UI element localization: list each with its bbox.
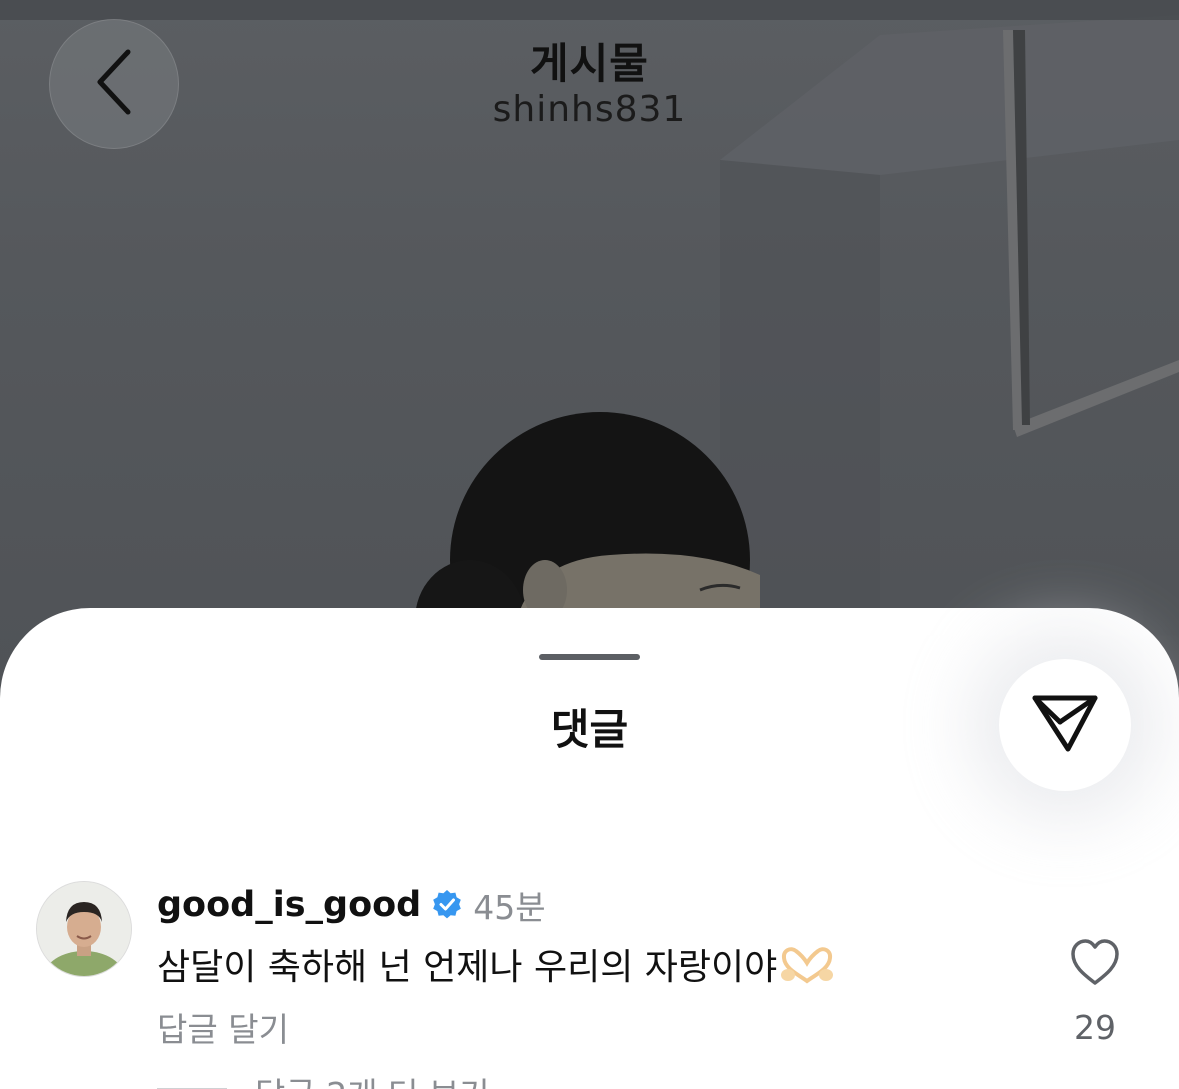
comment-timestamp: 45분 bbox=[473, 888, 546, 927]
like-count: 29 bbox=[1074, 1008, 1116, 1047]
commenter-avatar[interactable] bbox=[37, 882, 131, 976]
verified-badge-icon bbox=[431, 889, 463, 921]
post-author-username[interactable]: shinhs831 bbox=[0, 89, 1179, 130]
send-icon bbox=[1030, 692, 1100, 758]
page-title: 게시물 bbox=[530, 39, 649, 88]
like-button[interactable] bbox=[1068, 936, 1122, 990]
reply-button[interactable]: 답글 달기 bbox=[157, 1003, 289, 1051]
heart-outline-icon bbox=[1068, 939, 1122, 994]
screen: 게시물 shinhs831 댓글 good_is_good 45분 삼달이 축하… bbox=[0, 0, 1179, 1089]
share-button[interactable] bbox=[999, 659, 1131, 791]
comment-text: 삼달이 축하해 넌 언제나 우리의 자랑이야 bbox=[157, 947, 778, 988]
comment-header: good_is_good 45분 bbox=[157, 882, 546, 928]
heart-hands-emoji-icon bbox=[779, 945, 835, 985]
view-more-replies-button[interactable]: 답글 2개 더 보기 bbox=[255, 1068, 490, 1089]
commenter-username[interactable]: good_is_good bbox=[157, 885, 421, 925]
comment-body: 삼달이 축하해 넌 언제나 우리의 자랑이야 bbox=[157, 938, 835, 990]
sheet-grabber-handle[interactable] bbox=[539, 654, 640, 660]
